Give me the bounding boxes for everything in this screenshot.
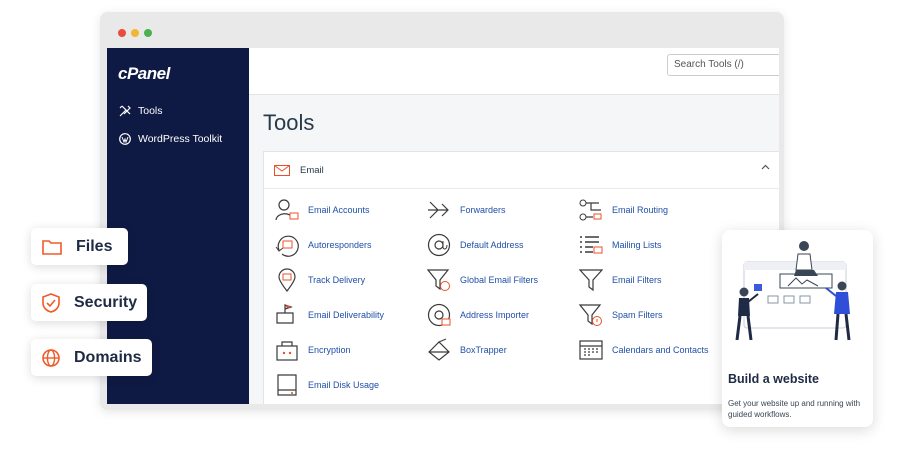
cpanel-logo[interactable]: cPanel bbox=[118, 64, 170, 84]
email-deliverability-icon bbox=[274, 302, 300, 328]
email-accounts-icon bbox=[274, 197, 300, 223]
search-placeholder: Search Tools (/) bbox=[674, 59, 744, 70]
tool-global-email-filters[interactable]: Global Email Filters bbox=[426, 267, 538, 293]
track-delivery-icon bbox=[274, 267, 300, 293]
sidebar-item-label: WordPress Toolkit bbox=[138, 133, 223, 145]
maximize-window-dot[interactable] bbox=[144, 29, 152, 37]
tool-forwarders[interactable]: Forwarders bbox=[426, 197, 506, 223]
tool-label: Mailing Lists bbox=[612, 240, 662, 250]
tool-label: Spam Filters bbox=[612, 310, 663, 320]
tool-email-filters[interactable]: Email Filters bbox=[578, 267, 662, 293]
tool-label: BoxTrapper bbox=[460, 345, 507, 355]
tool-encryption[interactable]: Encryption bbox=[274, 337, 351, 363]
tool-track-delivery[interactable]: Track Delivery bbox=[274, 267, 365, 293]
globe-icon bbox=[42, 348, 60, 367]
tool-email-deliverability[interactable]: Email Deliverability bbox=[274, 302, 384, 328]
feature-chip-files[interactable]: Files bbox=[31, 228, 128, 265]
tool-label: Default Address bbox=[460, 240, 524, 250]
email-panel-title: Email bbox=[300, 165, 324, 176]
tool-label: Address Importer bbox=[460, 310, 530, 320]
sidebar-item-label: Tools bbox=[138, 105, 163, 117]
tools-icon bbox=[119, 105, 131, 117]
card-title: Build a website bbox=[728, 372, 819, 386]
boxtrapper-icon bbox=[426, 337, 452, 363]
sidebar-item-wordpress-toolkit[interactable]: WordPress Toolkit bbox=[119, 133, 222, 145]
feature-chip-label: Files bbox=[76, 237, 113, 255]
tool-calendars-contacts[interactable]: Calendars and Contacts bbox=[578, 337, 709, 363]
email-routing-icon bbox=[578, 197, 604, 223]
mailing-lists-icon bbox=[578, 232, 604, 258]
tool-address-importer[interactable]: Address Importer bbox=[426, 302, 529, 328]
email-disk-usage-icon bbox=[274, 372, 300, 398]
address-importer-icon bbox=[426, 302, 452, 328]
tool-email-accounts[interactable]: Email Accounts bbox=[274, 197, 370, 223]
forwarders-icon bbox=[426, 197, 452, 223]
tool-label: Email Disk Usage bbox=[308, 380, 380, 390]
spam-filters-icon bbox=[578, 302, 604, 328]
mail-icon bbox=[274, 165, 290, 176]
folder-icon bbox=[42, 239, 62, 255]
email-panel-header[interactable]: Email bbox=[264, 152, 779, 189]
tool-label: Autoresponders bbox=[308, 240, 372, 250]
tool-label: Calendars and Contacts bbox=[612, 345, 709, 355]
email-panel: Email Email Accounts Forwarders Email Ro… bbox=[263, 151, 779, 404]
sidebar-item-tools[interactable]: Tools bbox=[119, 105, 163, 117]
tool-label: Email Routing bbox=[612, 205, 669, 215]
card-description: Get your website up and running with gui… bbox=[728, 399, 861, 419]
global-email-filters-icon bbox=[426, 267, 452, 293]
page-title: Tools bbox=[263, 110, 315, 135]
calendars-contacts-icon bbox=[578, 337, 604, 363]
feature-chip-label: Security bbox=[74, 293, 138, 311]
tool-label: Global Email Filters bbox=[460, 275, 539, 285]
tool-default-address[interactable]: Default Address bbox=[426, 232, 524, 258]
shield-icon bbox=[42, 292, 60, 313]
tool-boxtrapper[interactable]: BoxTrapper bbox=[426, 337, 507, 363]
email-filters-icon bbox=[578, 267, 604, 293]
tool-label: Track Delivery bbox=[308, 275, 366, 285]
tool-label: Encryption bbox=[308, 345, 351, 355]
website-builder-illustration bbox=[735, 241, 851, 341]
tool-autoresponders[interactable]: Autoresponders bbox=[274, 232, 372, 258]
tool-label: Email Filters bbox=[612, 275, 662, 285]
window-titlebar bbox=[100, 12, 784, 48]
tool-label: Email Accounts bbox=[308, 205, 370, 215]
main-content: Search Tools (/) Tools Email Email Accou… bbox=[249, 48, 779, 404]
close-window-dot[interactable] bbox=[118, 29, 126, 37]
tool-email-routing[interactable]: Email Routing bbox=[578, 197, 668, 223]
encryption-icon bbox=[274, 337, 300, 363]
minimize-window-dot[interactable] bbox=[131, 29, 139, 37]
tool-label: Email Deliverability bbox=[308, 310, 385, 320]
tool-label: Forwarders bbox=[460, 205, 506, 215]
cpanel-window: cPanel Tools WordPress Toolkit Search To… bbox=[100, 12, 784, 410]
wordpress-icon bbox=[119, 133, 131, 145]
tool-spam-filters[interactable]: Spam Filters bbox=[578, 302, 663, 328]
feature-chip-domains[interactable]: Domains bbox=[31, 339, 152, 376]
search-input[interactable]: Search Tools (/) bbox=[667, 54, 779, 76]
feature-chip-security[interactable]: Security bbox=[31, 284, 147, 321]
feature-chip-label: Domains bbox=[74, 348, 142, 366]
build-website-card[interactable]: Build a website Get your website up and … bbox=[722, 230, 873, 427]
tool-email-disk-usage[interactable]: Email Disk Usage bbox=[274, 372, 379, 398]
chevron-up-icon[interactable] bbox=[761, 164, 770, 170]
default-address-icon bbox=[426, 232, 452, 258]
autoresponders-icon bbox=[274, 232, 300, 258]
top-bar: Search Tools (/) bbox=[249, 48, 779, 95]
tool-mailing-lists[interactable]: Mailing Lists bbox=[578, 232, 662, 258]
